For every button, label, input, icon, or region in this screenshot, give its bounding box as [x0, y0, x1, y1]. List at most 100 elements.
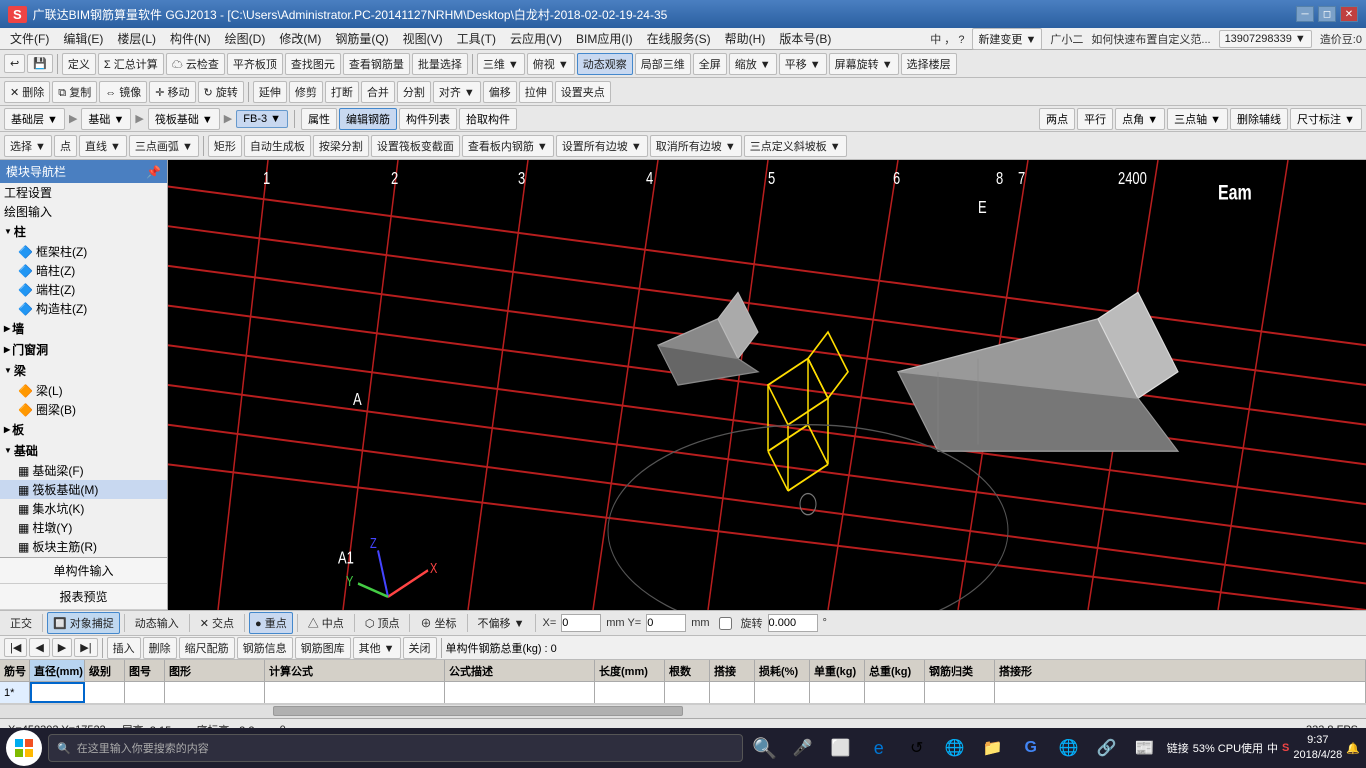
- tb-extend[interactable]: 延伸: [253, 81, 287, 103]
- tb-break[interactable]: 打断: [325, 81, 359, 103]
- nav-group-foundation[interactable]: ▼基础: [0, 440, 167, 461]
- rebar-next[interactable]: ▶: [52, 638, 72, 657]
- restore-button[interactable]: ◻: [1318, 6, 1336, 22]
- menu-tools[interactable]: 工具(T): [451, 28, 502, 49]
- taskbar-icon-link[interactable]: 🔗: [1091, 732, 1123, 764]
- draw-rect[interactable]: 矩形: [208, 135, 242, 157]
- tb-offset[interactable]: 偏移: [483, 81, 517, 103]
- taskbar-icon-refresh[interactable]: ↺: [901, 732, 933, 764]
- rebar-last[interactable]: ▶|: [74, 638, 97, 657]
- nav-group-beam[interactable]: ▼梁: [0, 360, 167, 381]
- snap-no-offset[interactable]: 不偏移 ▼: [472, 612, 531, 634]
- tb-rotate[interactable]: ↻ 旋转: [198, 81, 244, 103]
- taskbar-icon-ie[interactable]: 🌐: [939, 732, 971, 764]
- tb-find-elem[interactable]: 查找图元: [285, 53, 341, 75]
- menu-cloud[interactable]: 云应用(V): [504, 28, 568, 49]
- subtype-select[interactable]: 筏板基础 ▼: [148, 108, 220, 130]
- view-slab-rebar[interactable]: 查看板内钢筋 ▼: [462, 135, 554, 157]
- menu-draw[interactable]: 绘图(D): [219, 28, 272, 49]
- menu-edit[interactable]: 编辑(E): [57, 28, 109, 49]
- cell-splice[interactable]: [710, 682, 755, 703]
- nav-beam[interactable]: 🔶 梁(L): [0, 381, 167, 400]
- dim-btn[interactable]: 尺寸标注 ▼: [1290, 108, 1362, 130]
- set-raft-section[interactable]: 设置筏板变截面: [371, 135, 460, 157]
- tb-split[interactable]: 分割: [397, 81, 431, 103]
- scrollbar-thumb[interactable]: [273, 706, 683, 716]
- snap-center[interactable]: △ 中点: [302, 612, 350, 634]
- tb-cloud-check[interactable]: ☁ 云检查: [166, 53, 225, 75]
- three-pt-slope[interactable]: 三点定义斜坡板 ▼: [744, 135, 847, 157]
- delete-aux-btn[interactable]: 删除辅线: [1230, 108, 1288, 130]
- tb-copy[interactable]: ⧉ 复制: [52, 81, 97, 103]
- single-input-btn[interactable]: 单构件输入: [0, 558, 167, 584]
- new-change-btn[interactable]: 新建变更 ▼: [972, 28, 1042, 50]
- start-button[interactable]: [6, 730, 42, 766]
- menu-floor[interactable]: 楼层(L): [111, 28, 162, 49]
- tb-mirror[interactable]: ⇔ 镜像: [99, 81, 147, 103]
- menu-view[interactable]: 视图(V): [397, 28, 449, 49]
- tb-align-top[interactable]: 平齐板顶: [227, 53, 283, 75]
- cancel-all-slope[interactable]: 取消所有边坡 ▼: [650, 135, 742, 157]
- menu-element[interactable]: 构件(N): [164, 28, 217, 49]
- layer-select[interactable]: 基础层 ▼: [4, 108, 65, 130]
- tb-zoom[interactable]: 缩放 ▼: [729, 53, 777, 75]
- nav-const-col[interactable]: 🔷 构造柱(Z): [0, 299, 167, 318]
- tray-input-method[interactable]: 中: [1267, 740, 1278, 756]
- tb-top-view[interactable]: 俯视 ▼: [527, 53, 575, 75]
- tb-fullscreen[interactable]: 全屏: [693, 53, 727, 75]
- edit-rebar-btn[interactable]: 编辑钢筋: [339, 108, 397, 130]
- horizontal-scrollbar[interactable]: [0, 704, 1366, 718]
- snap-ortho[interactable]: 正交: [4, 612, 38, 634]
- rebar-library[interactable]: 钢筋图库: [295, 637, 351, 659]
- nav-slab-main-rebar[interactable]: ▦ 板块主筋(R): [0, 537, 167, 556]
- nav-group-slab[interactable]: ▶板: [0, 419, 167, 440]
- menu-online[interactable]: 在线服务(S): [641, 28, 717, 49]
- cell-desc[interactable]: [445, 682, 595, 703]
- cell-loss[interactable]: [755, 682, 810, 703]
- nav-raft-found[interactable]: ▦ 筏板基础(M): [0, 480, 167, 499]
- tb-undo[interactable]: ↩: [4, 54, 25, 73]
- nav-group-window[interactable]: ▶门窗洞: [0, 339, 167, 360]
- tb-dynamic-obs[interactable]: 动态观察: [577, 53, 633, 75]
- rebar-prev[interactable]: ◀: [29, 638, 49, 657]
- tb-stretch[interactable]: 拉伸: [519, 81, 553, 103]
- taskbar-icon-g[interactable]: G: [1015, 732, 1047, 764]
- tb-3d[interactable]: 三维 ▼: [477, 53, 525, 75]
- cell-category[interactable]: [925, 682, 995, 703]
- snap-dynamic[interactable]: 动态输入: [129, 612, 185, 634]
- cell-unit-wt[interactable]: [810, 682, 865, 703]
- cell-formula[interactable]: [265, 682, 445, 703]
- auto-gen-slab[interactable]: 自动生成板: [244, 135, 311, 157]
- cell-splice-type[interactable]: [995, 682, 1366, 703]
- rebar-insert[interactable]: 插入: [107, 637, 141, 659]
- menu-rebar-qty[interactable]: 钢筋量(Q): [329, 28, 394, 49]
- menu-modify[interactable]: 修改(M): [273, 28, 327, 49]
- tb-calc[interactable]: Σ 汇总计算: [98, 53, 164, 75]
- point-angle-btn[interactable]: 点角 ▼: [1115, 108, 1165, 130]
- minimize-button[interactable]: ─: [1296, 6, 1314, 22]
- tb-select-floor[interactable]: 选择楼层: [901, 53, 957, 75]
- tb-move[interactable]: ✛ 移动: [149, 81, 195, 103]
- close-button[interactable]: ✕: [1340, 6, 1358, 22]
- cell-count[interactable]: [665, 682, 710, 703]
- cell-diameter[interactable]: [30, 682, 85, 703]
- tb-screen-rotate[interactable]: 屏幕旋转 ▼: [829, 53, 899, 75]
- rebar-info[interactable]: 钢筋信息: [237, 637, 293, 659]
- menu-file[interactable]: 文件(F): [4, 28, 55, 49]
- nav-group-column[interactable]: ▼柱: [0, 221, 167, 242]
- nav-col-cap[interactable]: ▦ 柱墩(Y): [0, 518, 167, 537]
- tb-grip[interactable]: 设置夹点: [555, 81, 611, 103]
- cell-shape[interactable]: [165, 682, 265, 703]
- taskbar-icon-browser2[interactable]: 🌐: [1053, 732, 1085, 764]
- taskbar-icon-mic[interactable]: 🎤: [787, 732, 819, 764]
- two-point-btn[interactable]: 两点: [1039, 108, 1075, 130]
- snap-coord[interactable]: ⊕ 坐标: [414, 612, 462, 634]
- tb-align[interactable]: 对齐 ▼: [433, 81, 481, 103]
- draw-select[interactable]: 选择 ▼: [4, 135, 52, 157]
- cell-length[interactable]: [595, 682, 665, 703]
- parallel-btn[interactable]: 平行: [1077, 108, 1113, 130]
- tb-pan[interactable]: 平移 ▼: [779, 53, 827, 75]
- cell-total-wt[interactable]: [865, 682, 925, 703]
- taskbar-icon-cortana[interactable]: 🔍: [749, 732, 781, 764]
- rotate-input[interactable]: [768, 614, 818, 632]
